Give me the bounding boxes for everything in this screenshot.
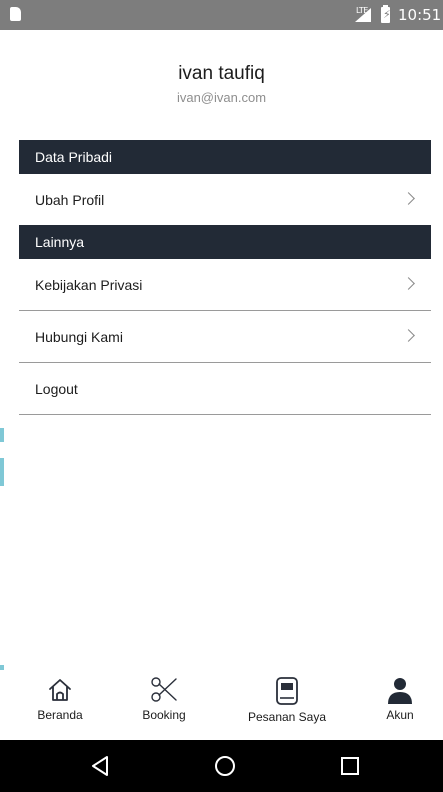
back-icon[interactable] xyxy=(89,754,111,778)
divider xyxy=(19,414,431,415)
scissors-icon xyxy=(151,677,177,702)
home-circle-icon[interactable] xyxy=(213,754,237,778)
section-header-personal-data: Data Pribadi xyxy=(19,140,431,174)
menu-item-label: Ubah Profil xyxy=(35,192,105,208)
nav-item-label: Beranda xyxy=(37,708,83,722)
nav-item-label: Pesanan Saya xyxy=(247,710,327,724)
sim-card-icon xyxy=(10,7,21,21)
chevron-right-icon xyxy=(402,192,415,205)
menu-item-contact-us[interactable]: Hubungi Kami xyxy=(19,311,431,363)
menu-item-label: Logout xyxy=(35,381,78,397)
section-header-others: Lainnya xyxy=(19,225,431,259)
home-icon xyxy=(49,679,71,701)
status-bar: LTE ⚡ 10:51 xyxy=(0,0,443,30)
nav-item-booking[interactable]: Booking xyxy=(134,670,194,740)
user-icon xyxy=(388,678,412,704)
profile-header: ivan taufiq ivan@ivan.com xyxy=(0,63,443,105)
nav-item-home[interactable]: Beranda xyxy=(30,670,90,740)
menu-item-label: Kebijakan Privasi xyxy=(35,277,143,293)
edge-accent xyxy=(0,428,4,442)
nav-item-account[interactable]: Akun xyxy=(375,670,425,740)
nav-item-my-orders[interactable]: Pesanan Saya xyxy=(242,670,332,740)
profile-name: ivan taufiq xyxy=(178,63,265,84)
recents-icon[interactable] xyxy=(340,754,360,778)
status-time: 10:51 xyxy=(398,6,442,24)
nav-item-label: Akun xyxy=(386,708,414,722)
bottom-nav: Beranda Booking Pesanan Saya Akun xyxy=(0,670,443,740)
network-type-label: LTE xyxy=(356,6,368,15)
chevron-right-icon xyxy=(402,277,415,290)
chevron-right-icon xyxy=(402,329,415,342)
charging-bolt-icon: ⚡ xyxy=(383,9,391,21)
menu-item-logout[interactable]: Logout xyxy=(19,363,431,415)
menu-item-edit-profile[interactable]: Ubah Profil xyxy=(19,174,431,226)
system-nav-bar xyxy=(0,740,443,792)
book-icon xyxy=(276,677,298,705)
menu-item-label: Hubungi Kami xyxy=(35,329,123,345)
menu-item-privacy-policy[interactable]: Kebijakan Privasi xyxy=(19,259,431,311)
edge-accent xyxy=(0,458,4,486)
profile-email: ivan@ivan.com xyxy=(176,90,267,105)
nav-item-label: Booking xyxy=(142,708,186,722)
